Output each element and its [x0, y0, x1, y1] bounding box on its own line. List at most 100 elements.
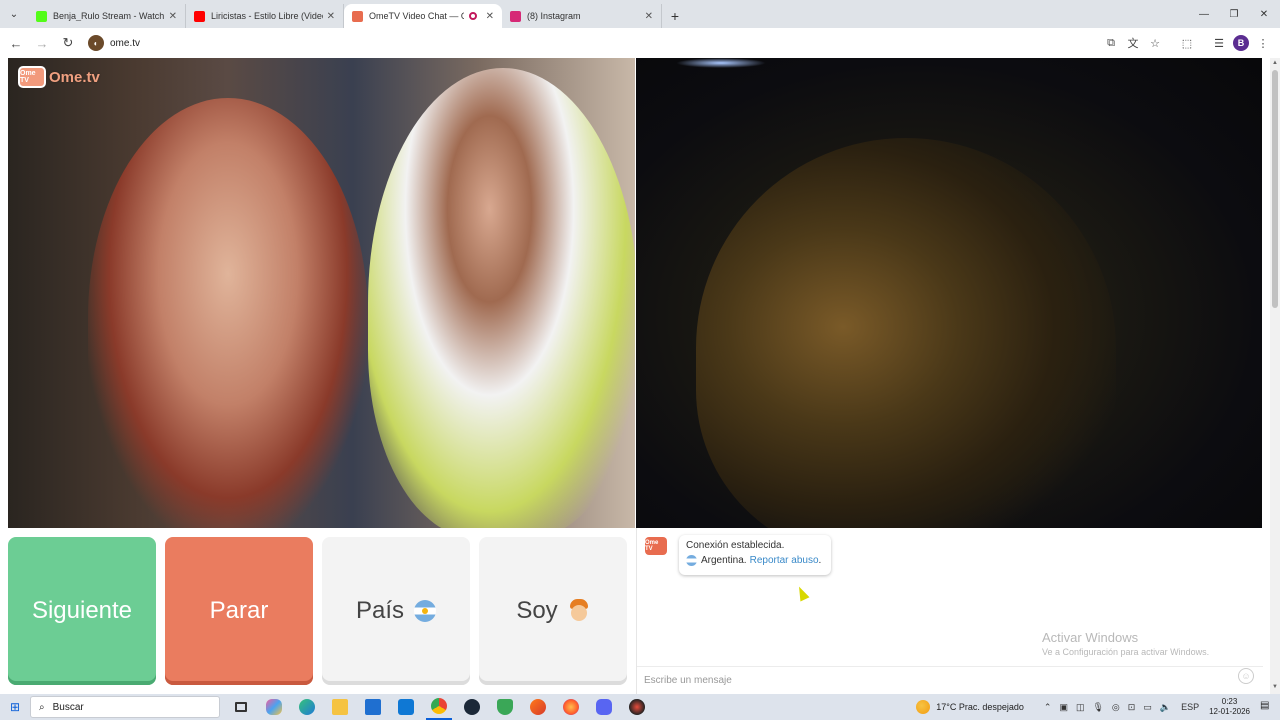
edge-icon[interactable]: [294, 694, 320, 720]
clock-date: 12-01-2026: [1209, 707, 1250, 716]
tray-app-icon[interactable]: ⊡: [1128, 702, 1136, 713]
address-bar[interactable]: ome.tv: [110, 38, 1100, 49]
volume-icon[interactable]: 🔈: [1160, 702, 1171, 713]
bookmark-star-icon[interactable]: ☆: [1144, 32, 1166, 54]
microphone-icon[interactable]: 🎙: [1092, 702, 1103, 713]
system-tray: 17°C Prac. despejado ⌃ ▣ ◫ 🎙 ◎ ⊡ ▭ 🔈 ESP…: [916, 694, 1280, 720]
tab-close-icon[interactable]: ✕: [169, 11, 177, 22]
youtube-favicon-icon: [194, 10, 205, 22]
clock[interactable]: 0:23 12-01-2026: [1209, 697, 1250, 717]
task-view-icon[interactable]: [228, 694, 254, 720]
activate-windows-title: Activar Windows: [1042, 630, 1139, 645]
show-hidden-icons-icon[interactable]: ⌃: [1044, 702, 1052, 713]
tab-ometv[interactable]: OmeTV Video Chat — Ome ✕: [344, 4, 502, 28]
outlook-icon[interactable]: [393, 694, 419, 720]
profile-button[interactable]: B: [1230, 32, 1252, 54]
windows-taskbar: ⊞ ⌕ Buscar 17°C Prac. despejado ⌃ ▣ ◫ 🎙 …: [0, 694, 1280, 720]
next-button[interactable]: Siguiente: [8, 537, 156, 685]
system-message: Conexión establecida. Argentina. Reporta…: [679, 535, 831, 575]
media-control-icon[interactable]: ☰: [1208, 32, 1230, 54]
language-indicator[interactable]: ESP: [1181, 702, 1199, 712]
ometv-avatar: Ome TV: [645, 537, 667, 555]
app-icon[interactable]: [624, 694, 650, 720]
steam-icon[interactable]: [459, 694, 485, 720]
extensions-icon[interactable]: ⬚: [1176, 32, 1198, 54]
taskbar-search[interactable]: ⌕ Buscar: [30, 696, 220, 718]
ometv-favicon-icon: [352, 10, 363, 22]
tab-instagram[interactable]: (8) Instagram ✕: [502, 4, 662, 28]
chat-panel: Ome TV Conexión establecida. Argentina. …: [636, 528, 1263, 694]
avatar: B: [1233, 35, 1249, 51]
site-info-icon[interactable]: ◐: [88, 35, 104, 51]
menu-kebab-icon[interactable]: ⋮: [1252, 32, 1274, 54]
store-icon[interactable]: [360, 694, 386, 720]
chrome-icon[interactable]: [426, 694, 452, 720]
search-icon: ⌕: [39, 701, 45, 713]
tab-title: Liricistas - Estilo Libre (Video Of: [211, 11, 323, 21]
reload-icon[interactable]: ↻: [56, 31, 80, 55]
country-filter-button[interactable]: País: [322, 537, 470, 685]
tab-search-icon[interactable]: ⌄: [0, 0, 28, 28]
tab-strip: ⌄ Benja_Rulo Stream - Watch Live ✕ Liric…: [0, 0, 1280, 28]
video-person-right: [368, 68, 635, 528]
instagram-favicon-icon: [510, 10, 521, 22]
tab-title: OmeTV Video Chat — Ome: [369, 11, 464, 21]
minimize-icon[interactable]: —: [1188, 0, 1220, 28]
tray-app-icon[interactable]: ◫: [1076, 702, 1085, 713]
activate-windows-subtitle: Ve a Configuración para activar Windows.: [1042, 647, 1210, 657]
network-icon[interactable]: ▭: [1143, 702, 1152, 713]
argentina-flag-icon: [686, 555, 697, 566]
install-app-icon[interactable]: ⧉: [1100, 32, 1122, 54]
tab-kick[interactable]: Benja_Rulo Stream - Watch Live ✕: [28, 4, 186, 28]
self-video: Ome TV Ome.tv: [8, 58, 635, 528]
vpn-shield-icon[interactable]: [492, 694, 518, 720]
recording-icon: [468, 12, 477, 20]
tab-close-icon[interactable]: ✕: [645, 11, 653, 22]
logo-text: Ome.tv: [49, 68, 100, 86]
windows-start-icon[interactable]: ⊞: [0, 694, 30, 720]
tab-close-icon[interactable]: ✕: [486, 11, 494, 22]
ometv-logo: Ome TV Ome.tv: [18, 66, 100, 88]
tab-youtube[interactable]: Liricistas - Estilo Libre (Video Of ✕: [186, 4, 344, 28]
scroll-down-icon[interactable]: ▼: [1271, 684, 1279, 692]
gender-button[interactable]: Soy: [479, 537, 627, 685]
new-tab-button[interactable]: +: [662, 4, 688, 28]
page-scrollbar[interactable]: ▲ ▼: [1270, 58, 1280, 694]
tray-app-icon[interactable]: ◎: [1112, 702, 1120, 713]
file-explorer-icon[interactable]: [327, 694, 353, 720]
tab-title: Benja_Rulo Stream - Watch Live: [53, 11, 165, 21]
translate-icon[interactable]: 文: [1122, 32, 1144, 54]
ometv-page: Ome TV Ome.tv Siguiente Parar País Soy O…: [0, 58, 1270, 694]
boy-icon: [568, 599, 590, 623]
notifications-icon[interactable]: ▤: [1260, 700, 1274, 714]
video-person-left: [88, 98, 368, 528]
discord-icon[interactable]: [591, 694, 617, 720]
search-placeholder: Buscar: [52, 701, 84, 713]
logo-badge: Ome TV: [18, 66, 46, 88]
emoji-icon[interactable]: ☺: [1238, 668, 1254, 684]
stranger-country: Argentina.: [701, 555, 747, 566]
firefox-icon[interactable]: [558, 694, 584, 720]
tab-title: (8) Instagram: [527, 11, 581, 21]
tab-close-icon[interactable]: ✕: [327, 11, 335, 22]
brave-icon[interactable]: [525, 694, 551, 720]
copilot-icon[interactable]: [261, 694, 287, 720]
report-abuse-link[interactable]: Reportar abuso: [750, 555, 819, 566]
close-window-icon[interactable]: ✕: [1248, 0, 1280, 28]
argentina-flag-icon: [414, 600, 437, 622]
back-icon[interactable]: ←: [4, 31, 28, 55]
weather-icon[interactable]: [916, 700, 931, 714]
forward-icon[interactable]: →: [30, 31, 54, 55]
gender-label: Soy: [516, 597, 558, 624]
tray-app-icon[interactable]: ▣: [1059, 702, 1068, 713]
weather-text[interactable]: 17°C Prac. despejado: [936, 702, 1024, 712]
message-input[interactable]: Escribe un mensaje: [637, 666, 1263, 694]
scroll-thumb[interactable]: [1272, 70, 1278, 308]
stop-button[interactable]: Parar: [165, 537, 313, 685]
scroll-up-icon[interactable]: ▲: [1271, 60, 1279, 68]
stranger-video: [636, 58, 1262, 528]
restore-icon[interactable]: ❐: [1218, 0, 1250, 28]
kick-favicon-icon: [36, 10, 47, 22]
stop-label: Parar: [209, 597, 269, 624]
country-label: País: [355, 597, 405, 624]
